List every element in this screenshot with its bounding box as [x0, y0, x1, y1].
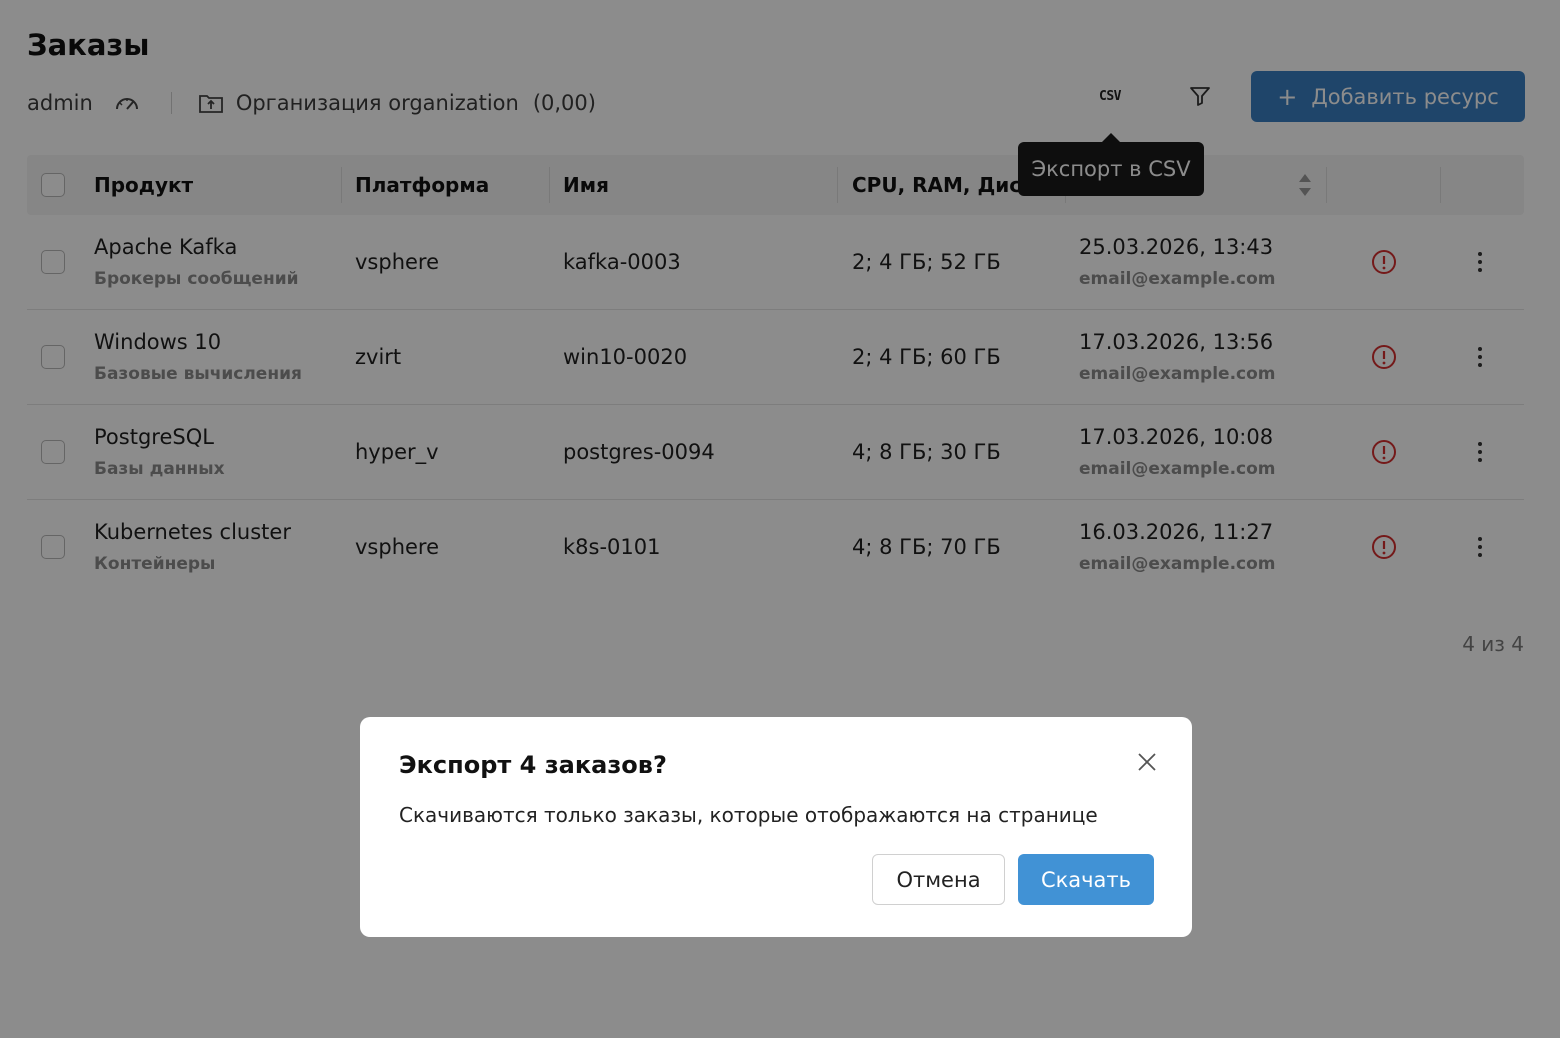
close-icon[interactable]	[1134, 749, 1160, 775]
download-button[interactable]: Скачать	[1018, 854, 1154, 905]
export-dialog: Экспорт 4 заказов? Скачиваются только за…	[360, 717, 1192, 937]
dialog-title: Экспорт 4 заказов?	[399, 751, 667, 779]
dialog-message: Скачиваются только заказы, которые отобр…	[399, 803, 1098, 827]
cancel-button[interactable]: Отмена	[872, 854, 1005, 905]
